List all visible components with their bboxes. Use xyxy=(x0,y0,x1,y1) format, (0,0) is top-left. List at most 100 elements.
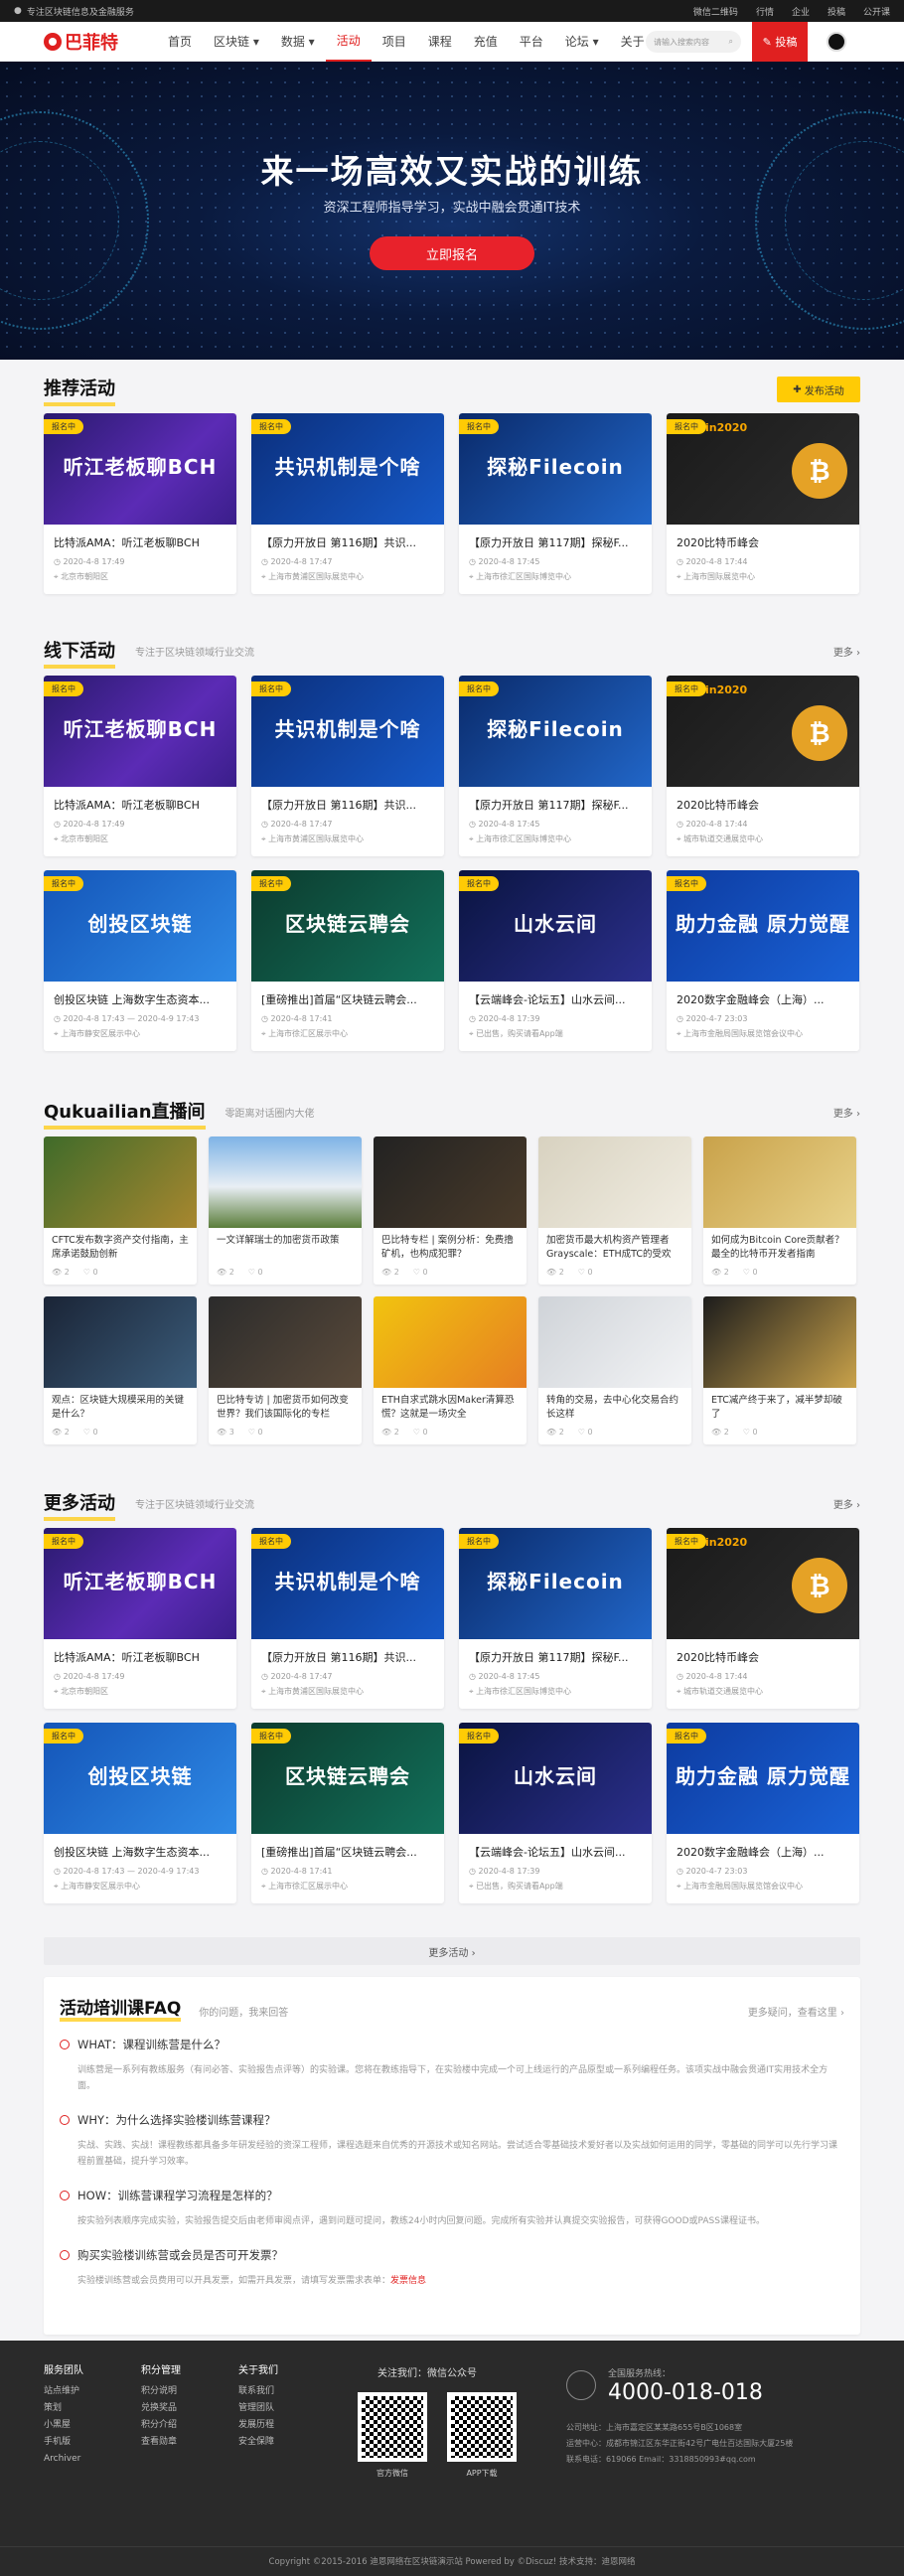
live-card[interactable]: CFTC发布数字资产交付指南，主席承诺鼓励创新 👁 2 ♡ 0 xyxy=(44,1136,197,1285)
invoice-link[interactable]: 发票信息 xyxy=(390,2276,426,2286)
footer-link[interactable]: 发展历程 xyxy=(238,2417,278,2434)
live-card[interactable]: 一文详解瑞士的加密货币政策 👁 2 ♡ 0 xyxy=(209,1136,362,1285)
event-card[interactable]: 助力金融 原力觉醒 报名中 2020数字金融峰会（上海）... ◷ 2020-4-7 … xyxy=(667,1723,859,1903)
event-image[interactable]: bitcoin2020 ₿ 报名中 xyxy=(667,676,859,787)
event-card[interactable]: 探秘Filecoin 报名中 【原力开放日 第117期】探秘F... ◷ 2020-4… xyxy=(459,676,652,856)
live-title[interactable]: 如何成为Bitcoin Core贡献者？最全的比特币开发者指南 xyxy=(703,1228,856,1264)
live-thumbnail[interactable] xyxy=(209,1296,362,1388)
live-card[interactable]: ETC减产终于来了，减半梦却破了 👁 2 ♡ 0 xyxy=(703,1296,856,1444)
register-button[interactable]: 立即报名 xyxy=(370,236,534,270)
footer-link[interactable]: 安全保障 xyxy=(238,2434,278,2451)
topbar-link-wechat[interactable]: 微信二维码 xyxy=(693,5,738,18)
live-card[interactable]: 加密货币最大机构资产管理者Grayscale：ETH成TC的受欢 👁 2 ♡ 0 xyxy=(538,1136,691,1285)
event-title[interactable]: 比特派AMA：听江老板聊BCH xyxy=(44,525,236,554)
publish-event-button[interactable]: ✚ 发布活动 xyxy=(777,377,860,402)
search-icon[interactable]: ⌕ xyxy=(729,37,733,47)
nav-item-courses[interactable]: 课程 xyxy=(417,22,463,62)
nav-item-recharge[interactable]: 充值 xyxy=(463,22,509,62)
event-title[interactable]: 【原力开放日 第116期】共识... xyxy=(251,1639,444,1669)
event-card[interactable]: 助力金融 原力觉醒 报名中 2020数字金融峰会（上海）... ◷ 2020-4-7 … xyxy=(667,870,859,1051)
topbar-link-contribute[interactable]: 投稿 xyxy=(828,5,845,18)
user-avatar[interactable] xyxy=(827,32,846,52)
event-title[interactable]: 2020数字金融峰会（上海）... xyxy=(667,1834,859,1864)
live-thumbnail[interactable] xyxy=(538,1296,691,1388)
event-card[interactable]: 听江老板聊BCH 报名中 比特派AMA：听江老板聊BCH ◷ 2020-4-8 17:… xyxy=(44,1528,236,1709)
event-image[interactable]: 助力金融 原力觉醒 报名中 xyxy=(667,1723,859,1834)
site-logo[interactable]: 巴菲特 xyxy=(44,29,143,55)
event-image[interactable]: 共识机制是个啥 报名中 xyxy=(251,413,444,525)
live-card[interactable]: 转角的交易，去中心化交易合约长这样 👁 2 ♡ 0 xyxy=(538,1296,691,1444)
event-image[interactable]: 区块链云聘会 报名中 xyxy=(251,1723,444,1834)
footer-link[interactable]: Archiver xyxy=(44,2451,83,2468)
more-events-button[interactable]: 更多活动 › xyxy=(44,1937,860,1965)
event-title[interactable]: 【云端峰会-论坛五】山水云间... xyxy=(459,982,652,1011)
more-link[interactable]: 更多 › xyxy=(833,644,860,659)
event-title[interactable]: 【原力开放日 第117期】探秘F... xyxy=(459,525,652,554)
event-title[interactable]: 【原力开放日 第117期】探秘F... xyxy=(459,787,652,817)
footer-link[interactable]: 联系我们 xyxy=(238,2383,278,2400)
footer-link[interactable]: 查看勋章 xyxy=(141,2434,181,2451)
event-image[interactable]: 探秘Filecoin 报名中 xyxy=(459,1528,652,1639)
topbar-link-enterprise[interactable]: 企业 xyxy=(792,5,810,18)
live-thumbnail[interactable] xyxy=(374,1136,527,1228)
footer-link[interactable]: 管理团队 xyxy=(238,2400,278,2417)
event-card[interactable]: bitcoin2020 ₿ 报名中 2020比特币峰会 ◷ 2020-4-8 17:44… xyxy=(667,1528,859,1709)
event-image[interactable]: bitcoin2020 ₿ 报名中 xyxy=(667,413,859,525)
footer-link[interactable]: 小黑屋 xyxy=(44,2417,83,2434)
event-title[interactable]: 【原力开放日 第116期】共识... xyxy=(251,525,444,554)
event-title[interactable]: [重磅推出]首届“区块链云聘会... xyxy=(251,1834,444,1864)
event-title[interactable]: 创投区块链 上海数字生态资本... xyxy=(44,1834,236,1864)
event-card[interactable]: 听江老板聊BCH 报名中 比特派AMA：听江老板聊BCH ◷ 2020-4-8 17:… xyxy=(44,676,236,856)
event-card[interactable]: 山水云间 报名中 【云端峰会-论坛五】山水云间... ◷ 2020-4-8 17:39… xyxy=(459,870,652,1051)
event-card[interactable]: 探秘Filecoin 报名中 【原力开放日 第117期】探秘F... ◷ 2020-4… xyxy=(459,1528,652,1709)
nav-item-forum[interactable]: 论坛 ▾ xyxy=(554,22,610,62)
event-image[interactable]: 山水云间 报名中 xyxy=(459,870,652,982)
footer-link[interactable]: 手机版 xyxy=(44,2434,83,2451)
nav-item-home[interactable]: 首页 xyxy=(157,22,203,62)
event-card[interactable]: 山水云间 报名中 【云端峰会-论坛五】山水云间... ◷ 2020-4-8 17:39… xyxy=(459,1723,652,1903)
live-card[interactable]: 观点：区块链大规模采用的关键是什么？ 👁 2 ♡ 0 xyxy=(44,1296,197,1444)
event-title[interactable]: 2020比特币峰会 xyxy=(667,787,859,817)
event-title[interactable]: 创投区块链 上海数字生态资本... xyxy=(44,982,236,1011)
nav-item-blockchain[interactable]: 区块链 ▾ xyxy=(203,22,270,62)
event-image[interactable]: 创投区块链 报名中 xyxy=(44,870,236,982)
live-thumbnail[interactable] xyxy=(44,1136,197,1228)
event-image[interactable]: 听江老板聊BCH 报名中 xyxy=(44,1528,236,1639)
event-card[interactable]: 创投区块链 报名中 创投区块链 上海数字生态资本... ◷ 2020-4-8 17:4… xyxy=(44,1723,236,1903)
live-card[interactable]: ETH自求式跳水因Maker清算恐慌？这就是一场灾全 👁 2 ♡ 0 xyxy=(374,1296,527,1444)
event-title[interactable]: 2020数字金融峰会（上海）... xyxy=(667,982,859,1011)
live-title[interactable]: 一文详解瑞士的加密货币政策 xyxy=(209,1228,362,1264)
topbar-link-market[interactable]: 行情 xyxy=(756,5,774,18)
event-title[interactable]: 2020比特币峰会 xyxy=(667,1639,859,1669)
live-thumbnail[interactable] xyxy=(44,1296,197,1388)
nav-item-platform[interactable]: 平台 xyxy=(509,22,554,62)
event-card[interactable]: 共识机制是个啥 报名中 【原力开放日 第116期】共识... ◷ 2020-4-8 1… xyxy=(251,413,444,594)
live-thumbnail[interactable] xyxy=(209,1136,362,1228)
live-title[interactable]: ETH自求式跳水因Maker清算恐慌？这就是一场灾全 xyxy=(374,1388,527,1424)
more-link[interactable]: 更多 › xyxy=(833,1496,860,1511)
footer-link[interactable]: 积分介绍 xyxy=(141,2417,181,2434)
event-image[interactable]: bitcoin2020 ₿ 报名中 xyxy=(667,1528,859,1639)
event-image[interactable]: 创投区块链 报名中 xyxy=(44,1723,236,1834)
event-title[interactable]: 比特派AMA：听江老板聊BCH xyxy=(44,787,236,817)
event-image[interactable]: 助力金融 原力觉醒 报名中 xyxy=(667,870,859,982)
event-title[interactable]: [重磅推出]首届“区块链云聘会... xyxy=(251,982,444,1011)
live-thumbnail[interactable] xyxy=(538,1136,691,1228)
nav-item-projects[interactable]: 项目 xyxy=(372,22,417,62)
event-image[interactable]: 山水云间 报名中 xyxy=(459,1723,652,1834)
nav-item-data[interactable]: 数据 ▾ xyxy=(270,22,326,62)
contribute-button[interactable]: ✎ 投稿 xyxy=(752,22,808,62)
event-card[interactable]: bitcoin2020 ₿ 报名中 2020比特币峰会 ◷ 2020-4-8 17:44… xyxy=(667,676,859,856)
live-title[interactable]: 观点：区块链大规模采用的关键是什么？ xyxy=(44,1388,197,1424)
live-title[interactable]: ETC减产终于来了，减半梦却破了 xyxy=(703,1388,856,1424)
event-card[interactable]: bitcoin2020 ₿ 报名中 2020比特币峰会 ◷ 2020-4-8 17:44… xyxy=(667,413,859,594)
event-title[interactable]: 2020比特币峰会 xyxy=(667,525,859,554)
live-title[interactable]: 加密货币最大机构资产管理者Grayscale：ETH成TC的受欢 xyxy=(538,1228,691,1264)
live-thumbnail[interactable] xyxy=(703,1296,856,1388)
event-image[interactable]: 共识机制是个啥 报名中 xyxy=(251,1528,444,1639)
search-input[interactable]: 请输入搜索内容 ⌕ xyxy=(646,31,741,53)
event-image[interactable]: 区块链云聘会 报名中 xyxy=(251,870,444,982)
event-card[interactable]: 共识机制是个啥 报名中 【原力开放日 第116期】共识... ◷ 2020-4-8 1… xyxy=(251,1528,444,1709)
event-image[interactable]: 共识机制是个啥 报名中 xyxy=(251,676,444,787)
live-card[interactable]: 巴比特专栏 | 案例分析：免费撸矿机，也构成犯罪？ 👁 2 ♡ 0 xyxy=(374,1136,527,1285)
